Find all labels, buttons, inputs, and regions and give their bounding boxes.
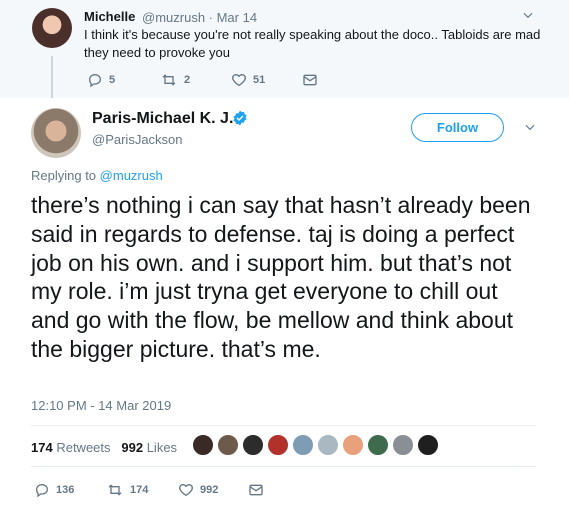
tweet-display-name[interactable]: Paris-Michael K. J. bbox=[92, 110, 233, 128]
retweet-icon bbox=[108, 484, 122, 496]
reply-icon bbox=[35, 483, 49, 498]
liker-avatar[interactable] bbox=[392, 434, 414, 456]
thread-connector bbox=[51, 56, 53, 98]
mail-icon bbox=[249, 484, 263, 496]
divider bbox=[31, 425, 536, 426]
liker-avatar[interactable] bbox=[342, 434, 364, 456]
verified-badge-icon bbox=[233, 110, 247, 126]
avatar[interactable] bbox=[31, 108, 81, 158]
divider bbox=[31, 466, 536, 467]
retweet-count: 2 bbox=[184, 74, 191, 86]
chevron-down-icon[interactable] bbox=[523, 120, 537, 137]
liker-avatar[interactable] bbox=[367, 434, 389, 456]
like-count: 992 bbox=[200, 484, 219, 496]
like-count: 51 bbox=[253, 74, 266, 86]
reply-handle-time[interactable]: @muzrush · Mar 14 bbox=[142, 10, 257, 25]
reply-display-name[interactable]: Michelle bbox=[84, 9, 135, 24]
liker-avatar[interactable] bbox=[417, 434, 439, 456]
tweet-handle[interactable]: @ParisJackson bbox=[92, 132, 183, 147]
liker-avatar[interactable] bbox=[317, 434, 339, 456]
likes-stat[interactable]: 992 Likes bbox=[121, 440, 177, 455]
retweet-count: 174 bbox=[130, 484, 149, 496]
heart-icon bbox=[179, 483, 193, 497]
follow-button[interactable]: Follow bbox=[411, 113, 504, 142]
replying-to-link[interactable]: @muzrush bbox=[100, 168, 163, 183]
reply-dm-button[interactable] bbox=[302, 72, 324, 88]
replying-to: Replying to @muzrush bbox=[31, 168, 163, 183]
tweet-like-button[interactable]: 992 bbox=[178, 482, 218, 498]
retweet-icon bbox=[162, 74, 176, 86]
reply-icon bbox=[88, 73, 102, 88]
reply-reply-button[interactable]: 5 bbox=[87, 72, 115, 88]
reply-retweet-button[interactable]: 2 bbox=[160, 72, 190, 88]
liker-avatar[interactable] bbox=[192, 434, 214, 456]
liker-avatar[interactable] bbox=[292, 434, 314, 456]
reply-count: 5 bbox=[109, 74, 116, 86]
reply-like-button[interactable]: 51 bbox=[231, 72, 265, 88]
tweet-dm-button[interactable] bbox=[248, 482, 270, 498]
tweet-stats: 174 Retweets 992 Likes bbox=[31, 440, 177, 455]
reply-count: 136 bbox=[56, 484, 75, 496]
chevron-down-icon[interactable] bbox=[521, 8, 535, 25]
liker-avatars[interactable] bbox=[192, 434, 442, 456]
tweet-retweet-button[interactable]: 174 bbox=[106, 482, 148, 498]
liker-avatar[interactable] bbox=[267, 434, 289, 456]
mail-icon bbox=[303, 74, 317, 86]
avatar[interactable] bbox=[32, 8, 72, 48]
retweets-stat[interactable]: 174 Retweets bbox=[31, 440, 111, 455]
liker-avatar[interactable] bbox=[217, 434, 239, 456]
reply-text: I think it's because you're not really s… bbox=[84, 27, 541, 60]
heart-icon bbox=[232, 73, 246, 87]
replying-prefix: Replying to bbox=[31, 168, 97, 183]
tweet-reply-button[interactable]: 136 bbox=[34, 482, 74, 498]
liker-avatar[interactable] bbox=[242, 434, 264, 456]
tweet-text: there’s nothing i can say that hasn’t al… bbox=[31, 192, 531, 362]
tweet-timestamp[interactable]: 12:10 PM - 14 Mar 2019 bbox=[31, 398, 171, 413]
